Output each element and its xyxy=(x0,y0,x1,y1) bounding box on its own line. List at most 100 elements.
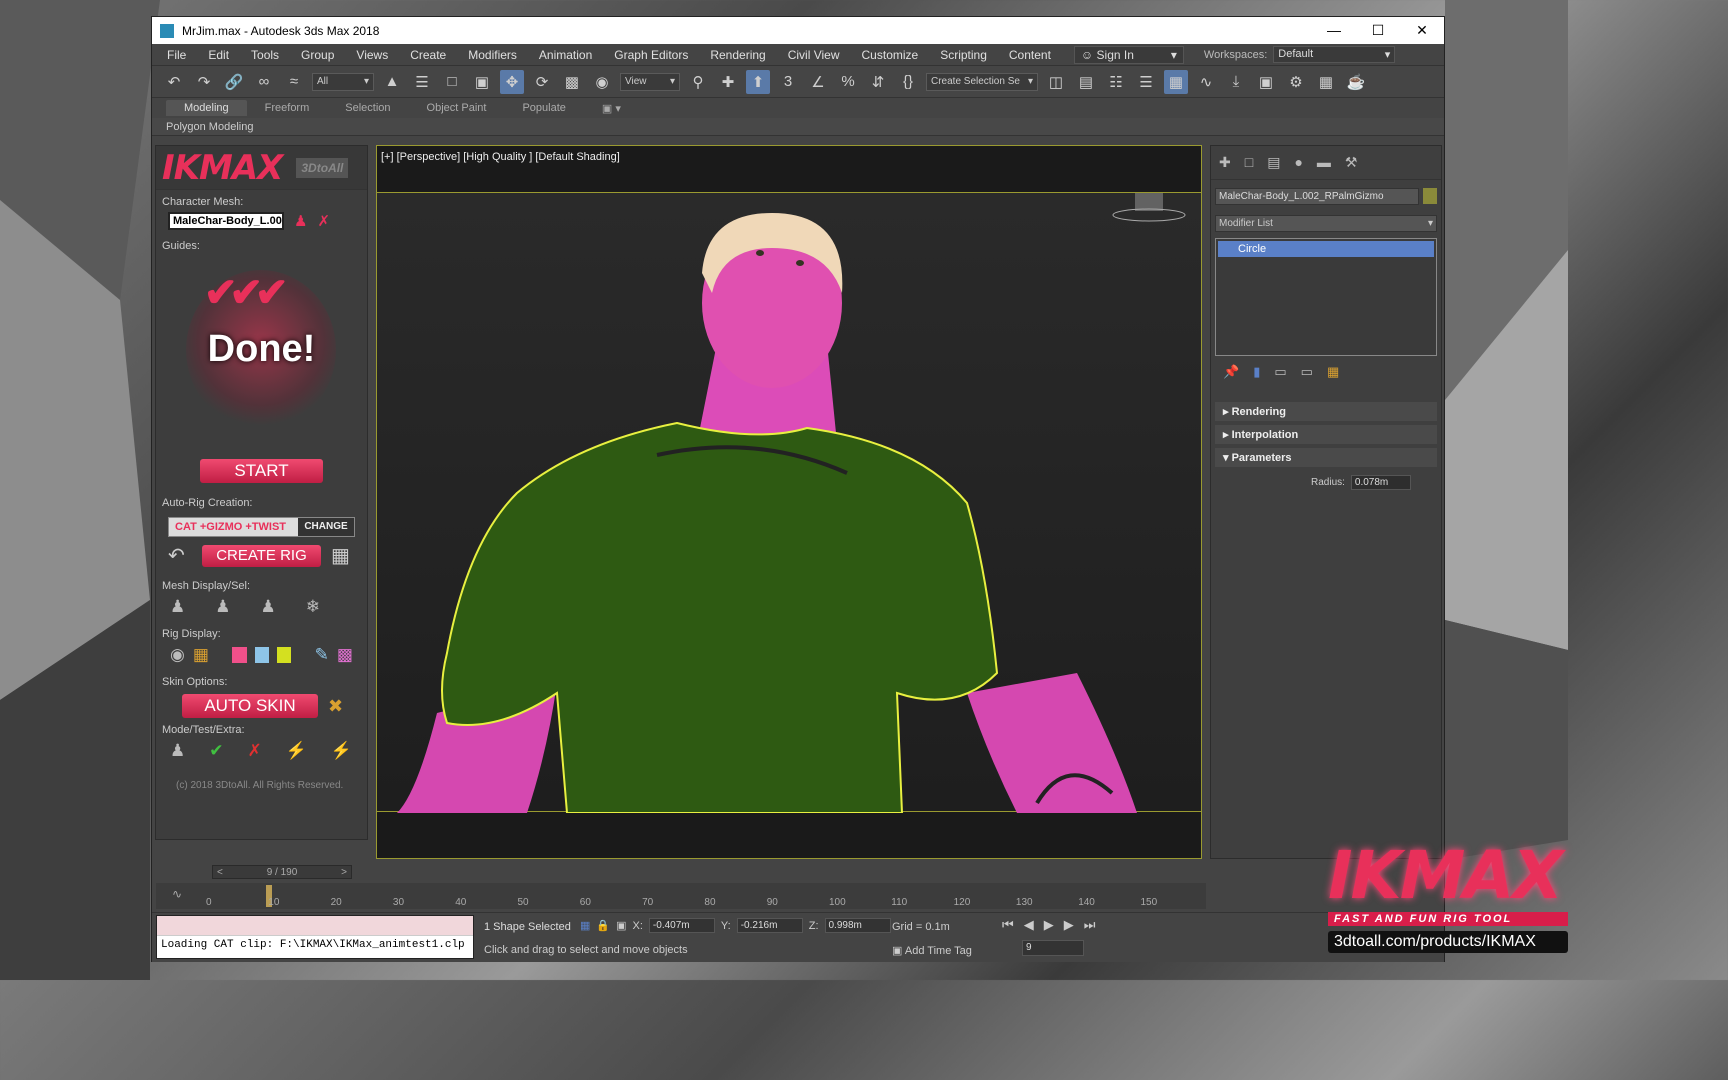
show-mesh-icon[interactable]: ♟ xyxy=(170,597,185,617)
align-icon[interactable]: ▤ xyxy=(1074,70,1098,94)
rotate-icon[interactable]: ⟳ xyxy=(530,70,554,94)
tab-object-paint[interactable]: Object Paint xyxy=(409,100,505,116)
layer-explorer-icon[interactable]: ☰ xyxy=(1134,70,1158,94)
menu-civil-view[interactable]: Civil View xyxy=(777,48,851,62)
skin-tools-icon[interactable]: ✖ xyxy=(328,696,343,717)
configure-sets-icon[interactable]: ▦ xyxy=(1327,364,1339,380)
viewport-label[interactable]: [+] [Perspective] [High Quality ] [Defau… xyxy=(381,151,620,163)
y-coord-field[interactable]: -0.216m xyxy=(736,918,803,933)
select-manipulate-icon[interactable]: ✚ xyxy=(716,70,740,94)
time-slider[interactable]: < 9 / 190 > xyxy=(212,865,352,879)
curve-editor-icon[interactable]: ∿ xyxy=(1194,70,1218,94)
modifier-list-dropdown[interactable]: Modifier List ▾ xyxy=(1215,215,1437,232)
named-selection-dropdown[interactable]: Create Selection Se ▾ xyxy=(926,72,1038,91)
motion-tab-icon[interactable]: ● xyxy=(1294,154,1302,171)
menu-scripting[interactable]: Scripting xyxy=(929,48,998,62)
change-button[interactable]: CHANGE xyxy=(298,518,354,536)
test-cancel-icon[interactable]: ✗ xyxy=(248,741,262,761)
snap-icon[interactable]: 3 xyxy=(776,70,800,94)
z-coord-field[interactable]: 0.998m xyxy=(824,918,891,933)
remove-modifier-icon[interactable]: ▭ xyxy=(1301,364,1313,380)
scale-icon[interactable]: ▩ xyxy=(560,70,584,94)
ribbon-toggle-icon[interactable]: ▦ xyxy=(1164,69,1188,94)
modify-tab-icon[interactable]: □ xyxy=(1245,154,1253,171)
rollout-parameters[interactable]: ▾ Parameters xyxy=(1215,448,1437,467)
rig-color-yellow[interactable] xyxy=(277,647,292,663)
stack-item-circle[interactable]: Circle xyxy=(1218,241,1434,257)
menu-views[interactable]: Views xyxy=(345,48,399,62)
go-to-start-icon[interactable]: ⏮ xyxy=(1002,917,1014,933)
figure-mode-icon[interactable]: ♟ xyxy=(170,741,185,761)
menu-tools[interactable]: Tools xyxy=(240,48,290,62)
rig-color-pink[interactable] xyxy=(232,647,247,663)
play-icon[interactable]: ▶ xyxy=(1044,917,1054,933)
menu-rendering[interactable]: Rendering xyxy=(699,48,776,62)
menu-file[interactable]: File xyxy=(156,48,197,62)
tab-modeling[interactable]: Modeling xyxy=(166,100,247,116)
material-editor-icon[interactable]: ▣ xyxy=(1254,70,1278,94)
unlink-icon[interactable]: ∞ xyxy=(252,70,276,94)
next-frame-icon[interactable]: > xyxy=(341,867,347,878)
undo-icon[interactable]: ↶ xyxy=(162,70,186,94)
ribbon-options-icon[interactable]: ▣ ▾ xyxy=(584,100,639,117)
lightning-icon[interactable]: ⚡ xyxy=(286,741,307,761)
display-tab-icon[interactable]: ▬ xyxy=(1317,154,1331,171)
rollout-rendering[interactable]: ▸ Rendering xyxy=(1215,402,1437,421)
eye-icon[interactable]: ◉ xyxy=(170,645,185,665)
hierarchy-tab-icon[interactable]: ▤ xyxy=(1267,154,1280,171)
ribbon-sub-label[interactable]: Polygon Modeling xyxy=(152,118,1444,136)
start-button[interactable]: START xyxy=(200,459,323,483)
xray-mesh-icon[interactable]: ❄ xyxy=(306,597,320,617)
perspective-viewport[interactable]: [+] [Perspective] [High Quality ] [Defau… xyxy=(376,145,1202,859)
prev-key-icon[interactable]: ◀ xyxy=(1024,917,1034,933)
rendered-frame-icon[interactable]: ▦ xyxy=(1314,70,1338,94)
prev-frame-icon[interactable]: < xyxy=(217,867,223,878)
create-rig-button[interactable]: CREATE RIG xyxy=(202,544,321,567)
character-mesh-field[interactable]: MaleChar-Body_L.00 xyxy=(168,212,284,230)
auto-skin-button[interactable]: AUTO SKIN xyxy=(182,694,318,718)
menu-customize[interactable]: Customize xyxy=(851,48,930,62)
extra-tools-icon[interactable]: ⚡ xyxy=(331,741,352,761)
edit-named-selection-icon[interactable]: {} xyxy=(896,70,920,94)
test-ok-icon[interactable]: ✔ xyxy=(209,741,223,761)
selection-filter-dropdown[interactable]: All ▾ xyxy=(312,72,374,91)
keyboard-shortcut-icon[interactable]: ⬆ xyxy=(746,69,770,94)
rollout-interpolation[interactable]: ▸ Interpolation xyxy=(1215,425,1437,444)
mirror-icon[interactable]: ◫ xyxy=(1044,70,1068,94)
render-setup-icon[interactable]: ⚙ xyxy=(1284,70,1308,94)
window-crossing-icon[interactable]: ▣ xyxy=(470,70,494,94)
move-icon[interactable]: ✥ xyxy=(500,69,524,94)
sign-in-dropdown[interactable]: ☺ Sign In ▾ xyxy=(1073,45,1184,64)
menu-create[interactable]: Create xyxy=(399,48,457,62)
create-tab-icon[interactable]: ✚ xyxy=(1219,154,1231,171)
menu-modifiers[interactable]: Modifiers xyxy=(457,48,528,62)
redo-icon[interactable]: ↷ xyxy=(192,70,216,94)
x-coord-field[interactable]: -0.407m xyxy=(648,918,715,933)
menu-animation[interactable]: Animation xyxy=(528,48,603,62)
radius-spinner[interactable]: 0.078m xyxy=(1350,475,1411,490)
show-end-result-icon[interactable]: ▮ xyxy=(1253,364,1260,380)
link-icon[interactable]: 🔗 xyxy=(222,70,246,94)
reference-coord-dropdown[interactable]: View ▾ xyxy=(620,72,680,91)
go-to-end-icon[interactable]: ⏭ xyxy=(1084,917,1096,933)
viewcube-icon[interactable] xyxy=(1135,183,1163,211)
minimize-button[interactable]: — xyxy=(1312,22,1356,39)
menu-graph-editors[interactable]: Graph Editors xyxy=(603,48,699,62)
current-frame-field[interactable]: 9 xyxy=(1022,940,1084,956)
rig-color-blue[interactable] xyxy=(254,647,269,663)
track-bar[interactable]: ∿ 0 10 20 30 40 50 60 70 80 90 100 110 120 130 140 150 xyxy=(156,883,1206,909)
render-production-icon[interactable]: ☕ xyxy=(1344,70,1368,94)
box-icon[interactable]: ▦ xyxy=(193,645,209,665)
pick-mesh-icon[interactable]: ♟ xyxy=(294,212,307,230)
add-time-tag[interactable]: ▣ Add Time Tag xyxy=(892,944,972,957)
tab-freeform[interactable]: Freeform xyxy=(247,100,328,116)
rig-settings-icon[interactable]: ▦ xyxy=(331,543,355,568)
utilities-tab-icon[interactable]: ⚒ xyxy=(1345,154,1358,171)
object-color-swatch[interactable] xyxy=(1423,188,1437,204)
percent-snap-icon[interactable]: % xyxy=(836,70,860,94)
select-by-name-icon[interactable]: ☰ xyxy=(410,70,434,94)
maxscript-listener[interactable]: Loading CAT clip: F:\IKMAX\IKMax_animtes… xyxy=(156,915,474,959)
angle-snap-icon[interactable]: ∠ xyxy=(806,70,830,94)
undo-rig-icon[interactable]: ↶ xyxy=(168,543,192,568)
workspace-select[interactable]: Default ▾ xyxy=(1273,46,1396,63)
